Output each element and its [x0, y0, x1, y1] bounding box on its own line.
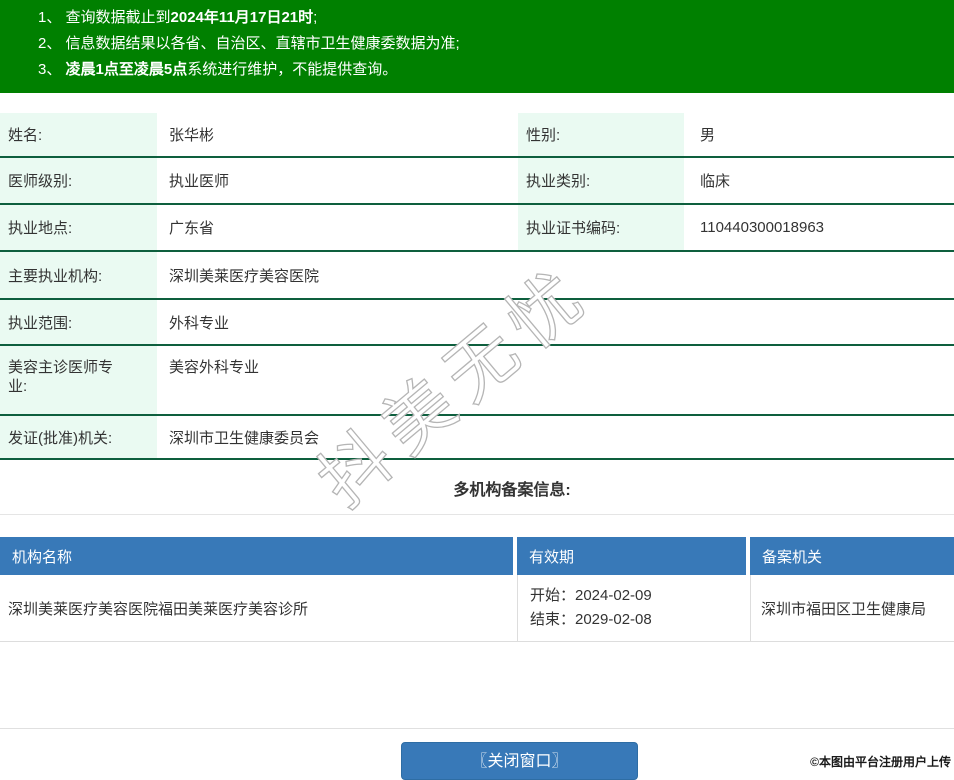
field-value-cosmetic-specialty: 美容外科专业 [169, 359, 260, 376]
multi-org-section-title: 多机构备案信息: [453, 482, 571, 499]
notice-number: 2、 [38, 35, 62, 52]
field-label-doctor-level: 医师级别: [0, 158, 157, 203]
table-row: 姓名: 张华彬 性别: 男 [0, 113, 954, 158]
validity-end: 结束：2029-02-08 [530, 611, 652, 628]
notice-text-post: ; [313, 9, 318, 26]
notice-banner: 1、 查询数据截止到2024年11月17日21时; 2、 信息数据结果以各省、自… [0, 0, 954, 93]
table-row: 主要执业机构: 深圳美莱医疗美容医院 [0, 252, 954, 300]
table-row: 发证(批准)机关: 深圳市卫生健康委员会 [0, 416, 954, 460]
notice-text-post: 系统进行维护，不能提供查询。 [187, 61, 398, 78]
upload-attribution-note: ©本图由平台注册用户上传 [810, 755, 951, 769]
footer-divider [0, 728, 954, 729]
field-label-practice-location: 执业地点: [0, 205, 157, 250]
field-value-practice-location: 广东省 [169, 220, 215, 237]
practitioner-info-table: 姓名: 张华彬 性别: 男 医师级别: 执业医师 执业类别: 临床 执业地点: … [0, 113, 954, 460]
multi-org-table: 机构名称 有效期 备案机关 深圳美莱医疗美容医院福田美莱医疗美容诊所 开始：20… [0, 537, 954, 642]
field-value-main-institution: 深圳美莱医疗美容医院 [169, 267, 320, 285]
notice-line-3: 3、 凌晨1点至凌晨5点系统进行维护，不能提供查询。 [0, 57, 954, 83]
field-label-issuing-authority: 发证(批准)机关: [0, 416, 157, 458]
notice-line-1: 1、 查询数据截止到2024年11月17日21时; [0, 5, 954, 31]
table-row: 医师级别: 执业医师 执业类别: 临床 [0, 158, 954, 205]
field-label-practice-category: 执业类别: [518, 158, 684, 203]
table-row: 深圳美莱医疗美容医院福田美莱医疗美容诊所 开始：2024-02-09 结束：20… [0, 575, 954, 642]
notice-number: 1、 [38, 9, 62, 26]
validity-start: 开始：2024-02-09 [530, 587, 652, 604]
table-row: 美容主诊医师专业: 美容外科专业 [0, 346, 954, 416]
cell-filing-authority: 深圳市福田区卫生健康局 [750, 575, 954, 641]
field-value-certificate-number: 110440300018963 [700, 219, 825, 236]
field-label-main-institution: 主要执业机构: [0, 252, 157, 298]
notice-number: 3、 [38, 61, 62, 78]
table-row: 执业地点: 广东省 执业证书编码: 110440300018963 [0, 205, 954, 252]
section-divider [0, 514, 954, 515]
notice-text: 信息数据结果以各省、自治区、直辖市卫生健康委数据为准; [65, 35, 460, 52]
field-value-doctor-level: 执业医师 [169, 173, 230, 190]
column-header-filing-authority: 备案机关 [750, 537, 954, 575]
multi-org-table-header: 机构名称 有效期 备案机关 [0, 537, 954, 575]
field-value-name: 张华彬 [169, 127, 215, 144]
field-value-gender: 男 [700, 127, 716, 144]
notice-text: 查询数据截止到 [65, 9, 171, 26]
field-value-practice-scope: 外科专业 [169, 314, 230, 332]
field-label-name: 姓名: [0, 113, 157, 156]
cell-validity-period: 开始：2024-02-09 结束：2029-02-08 [517, 575, 750, 641]
close-window-button[interactable]: 〖关闭窗口〗 [401, 742, 638, 780]
column-header-institution: 机构名称 [0, 537, 513, 575]
field-value-practice-category: 临床 [700, 173, 731, 190]
field-label-cosmetic-specialty: 美容主诊医师专业: [0, 346, 157, 414]
notice-text-bold: 2024年11月17日21时 [170, 9, 314, 26]
table-row: 执业范围: 外科专业 [0, 300, 954, 346]
field-label-certificate-number: 执业证书编码: [518, 205, 684, 250]
field-label-gender: 性别: [518, 113, 684, 156]
column-header-validity: 有效期 [517, 537, 746, 575]
cell-institution-name: 深圳美莱医疗美容医院福田美莱医疗美容诊所 [8, 600, 309, 618]
field-label-practice-scope: 执业范围: [0, 300, 157, 344]
notice-line-2: 2、 信息数据结果以各省、自治区、直辖市卫生健康委数据为准; [0, 31, 954, 57]
notice-text-bold: 凌晨1点至凌晨5点 [65, 61, 188, 78]
field-value-issuing-authority: 深圳市卫生健康委员会 [169, 429, 320, 447]
